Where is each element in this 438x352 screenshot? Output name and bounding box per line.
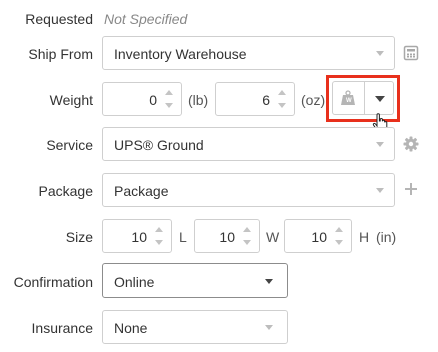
width-stepper[interactable] xyxy=(243,225,252,247)
height-stepper[interactable] xyxy=(335,225,344,247)
oz-stepper[interactable] xyxy=(278,88,287,110)
scale-icon-letter: W xyxy=(346,98,352,104)
weight-lb-value: 0 xyxy=(149,92,157,108)
scale-button-group[interactable]: W xyxy=(332,81,394,115)
size-height-input[interactable]: 10 xyxy=(284,219,352,253)
lb-stepper[interactable] xyxy=(165,88,174,110)
chevron-down-icon xyxy=(265,279,273,284)
size-width-input[interactable]: 10 xyxy=(194,219,260,253)
calculator-icon[interactable] xyxy=(403,45,419,61)
service-select[interactable]: UPS® Ground xyxy=(102,127,395,161)
insurance-select[interactable]: None xyxy=(102,310,288,344)
length-stepper[interactable] xyxy=(155,225,164,247)
ship-from-value: Inventory Warehouse xyxy=(114,46,247,62)
size-label: Size xyxy=(65,229,93,245)
ship-from-select[interactable]: Inventory Warehouse xyxy=(102,36,395,70)
chevron-down-icon xyxy=(376,188,384,193)
gear-icon[interactable] xyxy=(403,136,419,152)
caret-down-icon xyxy=(375,96,385,102)
package-select[interactable]: Package xyxy=(102,173,395,207)
plus-icon[interactable] xyxy=(405,183,417,195)
size-units: (in) xyxy=(376,229,397,245)
scale-dropdown-button[interactable] xyxy=(365,82,394,114)
requested-label: Requested xyxy=(25,11,93,27)
size-height-value: 10 xyxy=(311,229,327,245)
chevron-down-icon xyxy=(265,325,273,330)
weight-label: Weight xyxy=(49,92,93,108)
package-value: Package xyxy=(114,183,169,199)
chevron-down-icon xyxy=(376,142,384,147)
size-length-value: 10 xyxy=(131,229,147,245)
service-label: Service xyxy=(46,137,93,153)
requested-value: Not Specified xyxy=(104,11,188,27)
package-label: Package xyxy=(38,183,93,199)
insurance-value: None xyxy=(114,320,148,336)
size-width-unit: W xyxy=(266,229,280,245)
confirmation-select[interactable]: Online xyxy=(102,263,288,298)
weight-oz-unit: (oz) xyxy=(301,92,326,108)
confirmation-value: Online xyxy=(114,274,155,290)
confirmation-label: Confirmation xyxy=(13,274,93,290)
size-length-unit: L xyxy=(179,229,187,245)
weight-lb-input[interactable]: 0 xyxy=(102,82,182,116)
service-value: UPS® Ground xyxy=(114,137,204,153)
weight-lb-unit: (lb) xyxy=(188,92,209,108)
size-width-value: 10 xyxy=(219,229,235,245)
size-height-unit: H xyxy=(359,229,370,245)
chevron-down-icon xyxy=(376,51,384,56)
size-length-input[interactable]: 10 xyxy=(102,219,172,253)
ship-from-label: Ship From xyxy=(28,46,93,62)
scale-button[interactable]: W xyxy=(333,82,365,114)
weight-oz-value: 6 xyxy=(262,92,270,108)
weight-oz-input[interactable]: 6 xyxy=(215,82,295,116)
insurance-label: Insurance xyxy=(31,320,93,336)
